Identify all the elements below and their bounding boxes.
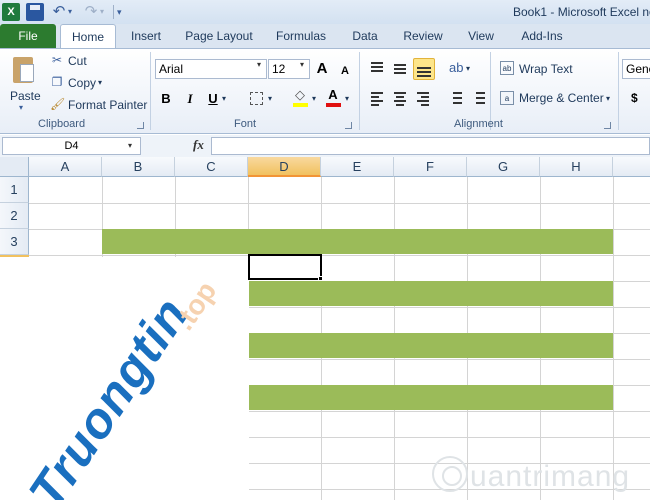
scissors-icon[interactable]: ✂ (50, 53, 64, 67)
active-cell-d4[interactable] (248, 254, 322, 280)
tab-formulas[interactable]: Formulas (268, 24, 334, 48)
align-left-icon[interactable] (368, 89, 386, 107)
tab-review[interactable]: Review (396, 24, 450, 48)
alignment-dialog-launcher-icon[interactable] (604, 122, 611, 129)
fill-color-swatch (293, 103, 308, 107)
underline-button[interactable]: U (205, 91, 221, 107)
watermark-secondary-logo (432, 456, 468, 492)
orientation-icon[interactable]: ab (449, 61, 463, 75)
font-dialog-launcher-icon[interactable] (345, 122, 352, 129)
merge-center-button[interactable]: Merge & Center (519, 91, 604, 105)
number-format-select[interactable]: Gene (622, 59, 650, 79)
column-header-f[interactable]: F (394, 157, 467, 177)
insert-function-icon[interactable]: fx (193, 137, 204, 153)
filled-row-9[interactable] (249, 385, 613, 410)
group-separator (150, 52, 151, 130)
borders-icon[interactable] (250, 92, 263, 105)
font-name-dropdown-icon[interactable]: ▾ (257, 60, 261, 69)
name-box-dropdown-icon[interactable]: ▾ (128, 141, 132, 150)
row-header-1[interactable]: 1 (0, 177, 29, 203)
align-right-icon[interactable] (414, 89, 432, 107)
decrease-indent-icon[interactable] (446, 89, 464, 107)
tab-file[interactable]: File (0, 24, 56, 48)
fill-color-icon[interactable]: ◇ (293, 88, 307, 102)
format-painter-button[interactable]: Format Painter (68, 98, 147, 112)
orientation-dropdown-icon[interactable]: ▾ (466, 64, 470, 73)
column-header-i[interactable] (613, 157, 650, 177)
tab-view[interactable]: View (459, 24, 503, 48)
undo-dropdown-icon[interactable]: ▾ (68, 3, 78, 21)
paste-icon[interactable] (10, 54, 38, 86)
row-header-2[interactable]: 2 (0, 203, 29, 229)
copy-button[interactable]: Copy (68, 76, 96, 90)
tab-insert[interactable]: Insert (122, 24, 170, 48)
watermark-secondary-text: uantrimang (470, 460, 631, 493)
group-separator (618, 52, 619, 130)
filled-row-5[interactable] (249, 281, 613, 306)
column-header-b[interactable]: B (102, 157, 175, 177)
align-middle-icon[interactable] (391, 58, 409, 76)
column-header-h[interactable]: H (540, 157, 613, 177)
merge-center-dropdown-icon[interactable]: ▾ (606, 94, 610, 103)
clipboard-dialog-launcher-icon[interactable] (137, 122, 144, 129)
column-header-a[interactable]: A (29, 157, 102, 177)
redo-dropdown-icon[interactable]: ▾ (100, 3, 110, 21)
tab-add-ins[interactable]: Add-Ins (512, 24, 572, 48)
shrink-font-icon[interactable]: A (338, 64, 352, 78)
group-separator (359, 52, 360, 130)
wrap-text-icon[interactable]: ab (500, 61, 514, 75)
underline-dropdown-icon[interactable]: ▾ (222, 94, 226, 103)
font-color-dropdown-icon[interactable]: ▾ (345, 94, 349, 103)
save-icon[interactable] (26, 3, 44, 21)
font-size-dropdown-icon[interactable]: ▾ (300, 60, 304, 69)
align-center-icon[interactable] (391, 89, 409, 107)
select-all-corner[interactable] (0, 157, 29, 177)
tab-data[interactable]: Data (343, 24, 387, 48)
column-header-e[interactable]: E (321, 157, 394, 177)
format-painter-icon[interactable]: 🖌 (50, 97, 65, 111)
font-group-label: Font (234, 118, 257, 130)
fill-color-dropdown-icon[interactable]: ▾ (312, 94, 316, 103)
fill-handle[interactable] (318, 276, 323, 281)
wrap-text-button[interactable]: Wrap Text (519, 62, 573, 76)
filled-row-7[interactable] (249, 333, 613, 358)
copy-icon[interactable]: ❐ (50, 75, 64, 89)
alignment-group-label: Alignment (454, 118, 503, 130)
paste-button[interactable]: Paste (10, 89, 41, 103)
clipboard-group-label: Clipboard (38, 118, 86, 130)
redo-icon[interactable]: ↷ (82, 3, 100, 21)
grow-font-icon[interactable]: A (315, 61, 329, 76)
undo-icon[interactable]: ↶ (50, 3, 68, 21)
column-header-c[interactable]: C (175, 157, 248, 177)
cut-button[interactable]: Cut (68, 54, 87, 68)
bold-button[interactable]: B (158, 91, 174, 107)
font-name-select[interactable]: Arial (155, 59, 267, 79)
filled-row-3[interactable] (102, 229, 613, 254)
column-header-d[interactable]: D (248, 157, 321, 177)
customize-quick-access-icon[interactable]: ▾ (117, 3, 127, 21)
tab-home[interactable]: Home (60, 24, 116, 48)
tab-page-layout[interactable]: Page Layout (179, 24, 259, 48)
italic-button[interactable]: I (182, 91, 198, 107)
paste-dropdown-icon[interactable]: ▾ (19, 103, 23, 112)
align-top-icon[interactable] (368, 58, 386, 76)
window-title: Book1 - Microsoft Excel no (513, 5, 650, 19)
align-bottom-icon[interactable] (413, 58, 435, 80)
currency-button[interactable]: $ (631, 91, 638, 105)
column-header-g[interactable]: G (467, 157, 540, 177)
copy-dropdown-icon[interactable]: ▾ (98, 78, 102, 87)
row-header-3[interactable]: 3 (0, 229, 29, 255)
font-color-icon[interactable]: A (326, 88, 340, 102)
borders-dropdown-icon[interactable]: ▾ (268, 94, 272, 103)
increase-indent-icon[interactable] (469, 89, 487, 107)
name-box[interactable]: D4 (2, 137, 141, 155)
quick-access-separator (113, 5, 114, 19)
excel-app-icon[interactable]: X (2, 3, 20, 21)
font-color-swatch (326, 103, 341, 107)
merge-center-icon[interactable]: a (500, 91, 514, 105)
formula-input[interactable] (211, 137, 650, 155)
